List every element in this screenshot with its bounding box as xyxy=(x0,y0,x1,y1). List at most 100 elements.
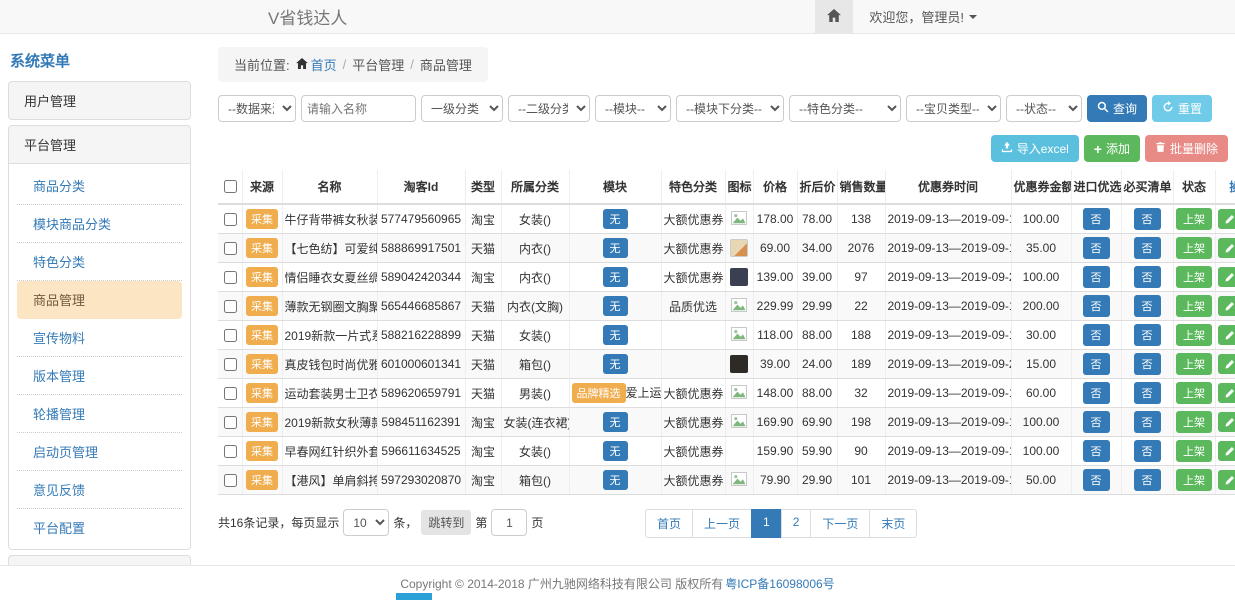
module-badge[interactable]: 无 xyxy=(603,412,628,432)
sidebar-group-header[interactable]: 用户管理 xyxy=(9,82,190,119)
sidebar-item[interactable]: 轮播管理 xyxy=(17,395,182,433)
import-excel-button[interactable]: 导入excel xyxy=(991,135,1079,162)
import-toggle-button[interactable]: 否 xyxy=(1083,237,1110,259)
status-button[interactable]: 上架 xyxy=(1176,411,1212,433)
pager-button[interactable]: 末页 xyxy=(869,509,917,538)
page-size-select[interactable]: 10 xyxy=(343,509,389,536)
module-badge[interactable]: 无 xyxy=(603,238,628,258)
reset-button[interactable]: 重置 xyxy=(1152,95,1212,122)
edit-button[interactable] xyxy=(1218,470,1235,490)
row-checkbox[interactable] xyxy=(224,271,237,284)
name-search-input[interactable] xyxy=(301,95,416,122)
icp-link[interactable]: 粤ICP备16098006号 xyxy=(725,575,834,592)
sidebar-group-header[interactable]: 平台管理 xyxy=(9,126,190,163)
filter-select[interactable]: --模块下分类-- xyxy=(676,95,784,122)
row-checkbox[interactable] xyxy=(224,329,237,342)
row-checkbox[interactable] xyxy=(224,445,237,458)
sidebar-item[interactable]: 特色分类 xyxy=(17,243,182,281)
jump-to-button[interactable]: 跳转到 xyxy=(421,510,471,535)
row-checkbox[interactable] xyxy=(224,387,237,400)
import-toggle-button[interactable]: 否 xyxy=(1083,382,1110,404)
pager-button[interactable]: 下一页 xyxy=(810,509,870,538)
mustbuy-toggle-button[interactable]: 否 xyxy=(1134,353,1161,375)
mustbuy-toggle-button[interactable]: 否 xyxy=(1134,237,1161,259)
row-checkbox[interactable] xyxy=(224,300,237,313)
edit-button[interactable] xyxy=(1218,354,1235,374)
pager-button[interactable]: 2 xyxy=(781,509,812,538)
status-button[interactable]: 上架 xyxy=(1176,237,1212,259)
module-badge[interactable]: 无 xyxy=(603,267,628,287)
home-button[interactable] xyxy=(815,0,853,33)
filter-select[interactable]: --特色分类-- xyxy=(789,95,901,122)
edit-button[interactable] xyxy=(1218,412,1235,432)
mustbuy-toggle-button[interactable]: 否 xyxy=(1134,440,1161,462)
status-button[interactable]: 上架 xyxy=(1176,469,1212,491)
pager-button[interactable]: 上一页 xyxy=(692,509,752,538)
row-checkbox[interactable] xyxy=(224,416,237,429)
module-badge[interactable]: 品牌精选 xyxy=(572,383,626,403)
mustbuy-toggle-button[interactable]: 否 xyxy=(1134,324,1161,346)
row-checkbox[interactable] xyxy=(224,358,237,371)
status-button[interactable]: 上架 xyxy=(1176,266,1212,288)
import-toggle-button[interactable]: 否 xyxy=(1083,440,1110,462)
status-button[interactable]: 上架 xyxy=(1176,353,1212,375)
module-badge[interactable]: 无 xyxy=(603,209,628,229)
sidebar-item[interactable]: 商品分类 xyxy=(17,167,182,205)
status-button[interactable]: 上架 xyxy=(1176,208,1212,230)
import-toggle-button[interactable]: 否 xyxy=(1083,266,1110,288)
module-badge[interactable]: 无 xyxy=(603,325,628,345)
module-badge[interactable]: 无 xyxy=(603,296,628,316)
pager-button[interactable]: 1 xyxy=(751,509,782,538)
page-number-input[interactable] xyxy=(491,509,527,536)
add-button[interactable]: + 添加 xyxy=(1084,135,1140,162)
edit-button[interactable] xyxy=(1218,238,1235,258)
status-button[interactable]: 上架 xyxy=(1176,295,1212,317)
user-menu[interactable]: 欢迎您，管理员! xyxy=(869,7,977,26)
edit-button[interactable] xyxy=(1218,325,1235,345)
edit-button[interactable] xyxy=(1218,296,1235,316)
import-toggle-button[interactable]: 否 xyxy=(1083,208,1110,230)
filter-select[interactable]: --二级分类-- xyxy=(508,95,590,122)
import-toggle-button[interactable]: 否 xyxy=(1083,353,1110,375)
mustbuy-toggle-button[interactable]: 否 xyxy=(1134,411,1161,433)
sidebar-item[interactable]: 意见反馈 xyxy=(17,471,182,509)
module-badge[interactable]: 无 xyxy=(603,470,628,490)
sidebar-item[interactable]: 平台配置 xyxy=(17,509,182,546)
row-checkbox[interactable] xyxy=(224,242,237,255)
filter-select[interactable]: 一级分类 xyxy=(421,95,503,122)
pager-button[interactable]: 首页 xyxy=(645,509,693,538)
edit-button[interactable] xyxy=(1218,267,1235,287)
import-toggle-button[interactable]: 否 xyxy=(1083,295,1110,317)
status-button[interactable]: 上架 xyxy=(1176,440,1212,462)
search-button[interactable]: 查询 xyxy=(1087,95,1147,122)
import-toggle-button[interactable]: 否 xyxy=(1083,324,1110,346)
mustbuy-toggle-button[interactable]: 否 xyxy=(1134,382,1161,404)
filter-select[interactable]: --状态-- xyxy=(1006,95,1082,122)
filter-select[interactable]: --宝贝类型-- xyxy=(906,95,1001,122)
import-toggle-button[interactable]: 否 xyxy=(1083,411,1110,433)
sidebar-item[interactable]: 商品管理 xyxy=(17,281,182,319)
module-badge[interactable]: 无 xyxy=(603,441,628,461)
breadcrumb-home-link[interactable]: 首页 xyxy=(296,55,337,74)
sidebar-item[interactable]: 宣传物料 xyxy=(17,319,182,357)
module-badge[interactable]: 无 xyxy=(603,354,628,374)
row-checkbox[interactable] xyxy=(224,474,237,487)
sidebar-item[interactable]: 版本管理 xyxy=(17,357,182,395)
batch-delete-button[interactable]: 批量删除 xyxy=(1145,135,1228,162)
status-button[interactable]: 上架 xyxy=(1176,324,1212,346)
select-all-checkbox[interactable] xyxy=(224,180,237,193)
mustbuy-toggle-button[interactable]: 否 xyxy=(1134,469,1161,491)
filter-select[interactable]: --模块-- xyxy=(595,95,671,122)
edit-button[interactable] xyxy=(1218,383,1235,403)
edit-button[interactable] xyxy=(1218,441,1235,461)
sidebar-item[interactable]: 模块商品分类 xyxy=(17,205,182,243)
filter-select[interactable]: --数据来源-- xyxy=(218,95,296,122)
mustbuy-toggle-button[interactable]: 否 xyxy=(1134,295,1161,317)
edit-button[interactable] xyxy=(1218,209,1235,229)
sidebar-item[interactable]: 启动页管理 xyxy=(17,433,182,471)
mustbuy-toggle-button[interactable]: 否 xyxy=(1134,208,1161,230)
mustbuy-toggle-button[interactable]: 否 xyxy=(1134,266,1161,288)
row-checkbox[interactable] xyxy=(224,213,237,226)
status-button[interactable]: 上架 xyxy=(1176,382,1212,404)
import-toggle-button[interactable]: 否 xyxy=(1083,469,1110,491)
